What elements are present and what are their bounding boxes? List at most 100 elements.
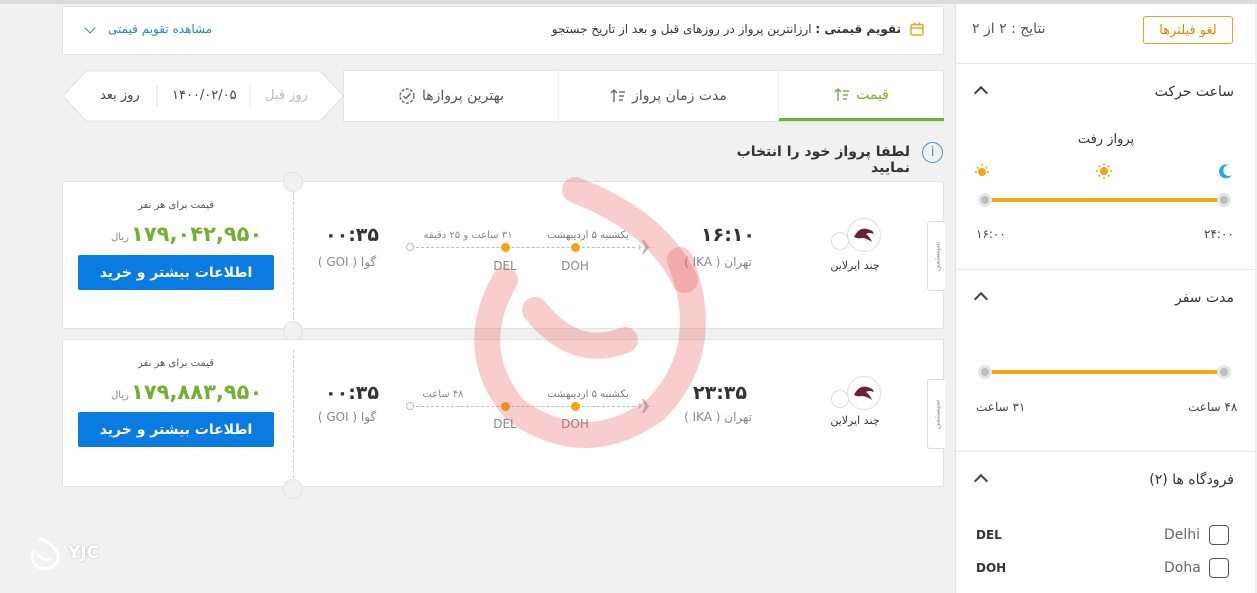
sort-icon — [834, 87, 850, 101]
ticket-notch — [283, 321, 303, 341]
airport-name: Delhi — [1164, 527, 1201, 543]
sun-noon-icon — [1096, 163, 1112, 179]
prev-day-button[interactable]: روز قبل — [265, 88, 308, 103]
departure-time-filter: ساعت حرکت پرواز رفت ۱۶:۰۰ ۲۴:۰۰ — [956, 64, 1256, 270]
arrival-point — [406, 243, 414, 251]
stop-code: DEL — [493, 259, 517, 273]
qatar-logo-icon — [854, 386, 874, 400]
departure-time-max: ۲۴:۰۰ — [1204, 227, 1234, 241]
chevron-up-icon[interactable] — [973, 473, 989, 489]
duration-min: ۳۱ ساعت — [976, 400, 1026, 414]
airports-filter: فرودگاه ها (۲) DEL Delhi DOH Doha — [956, 452, 1256, 593]
moon-icon — [1219, 164, 1232, 179]
badge-icon — [399, 88, 415, 104]
tab-price[interactable]: قیمت — [779, 71, 944, 121]
airline-name: چند ایرلاین — [830, 259, 880, 272]
tab-label: مدت زمان پرواز — [632, 88, 727, 104]
info-icon: i — [922, 142, 943, 163]
duration-min-handle[interactable] — [978, 365, 992, 379]
currency-label: ریال — [111, 390, 129, 401]
watermark-text: YJC — [68, 543, 100, 563]
stop-code: DOH — [561, 417, 589, 431]
departure-time-range — [986, 198, 1226, 202]
filters-header: لغو فیلترها نتایج : ۲ از ۲ — [956, 4, 1256, 64]
departure-time: ۱۶:۱۰ — [701, 224, 755, 246]
clear-filters-button[interactable]: لغو فیلترها — [1143, 16, 1233, 44]
stop-code: DOH — [561, 259, 589, 273]
price-value: ۱۷۹,۸۸۳,۹۵۰ — [131, 380, 263, 404]
airline-name: چند ایرلاین — [830, 414, 880, 427]
airport-code: DOH — [976, 561, 1007, 575]
stop-dot — [501, 402, 510, 411]
arrival-city: گوا ( GOI ) — [317, 410, 377, 424]
arrival-time: ۰۰:۳۵ — [325, 224, 379, 246]
price-value: ۱۷۹,۰۴۲,۹۵۰ — [131, 222, 263, 246]
tab-label: قیمت — [856, 86, 889, 103]
airports-title: فرودگاه ها (۲) — [1149, 472, 1234, 488]
flight-class-tab: سیستمی — [927, 379, 945, 449]
filters-sidebar: لغو فیلترها نتایج : ۲ از ۲ ساعت حرکت پرو… — [955, 4, 1256, 593]
duration-range — [986, 370, 1226, 374]
flight-card[interactable]: سیستمی چند ایرلاین ۱۶:۱۰ تهران ( IKA ) ی… — [62, 181, 945, 329]
buy-button[interactable]: اطلاعات بیشتر و خرید — [78, 255, 274, 290]
airline-logo — [847, 218, 881, 252]
duration-max: ۴۸ ساعت — [1188, 400, 1238, 414]
sort-icon — [610, 89, 626, 102]
airport-checkbox-del[interactable] — [1209, 525, 1229, 545]
airplane-icon — [638, 399, 657, 413]
arrival-city: گوا ( GOI ) — [317, 255, 377, 269]
next-day-button[interactable]: روز بعد — [100, 88, 140, 103]
chevron-up-icon[interactable] — [973, 85, 989, 101]
stop-code: DEL — [493, 417, 517, 431]
airport-checkbox-doh[interactable] — [1209, 558, 1229, 578]
departure-time-min: ۱۶:۰۰ — [976, 227, 1006, 241]
airline-logo-secondary — [831, 232, 849, 250]
duration-title: مدت سفر — [1174, 290, 1234, 306]
flight-duration: ۳۱ ساعت و ۲۵ دقیقه — [423, 230, 513, 241]
buy-button[interactable]: اطلاعات بیشتر و خرید — [78, 412, 274, 447]
calendar-description: ارزانترین پرواز در روزهای قبل و بعد از ت… — [551, 22, 812, 36]
tab-divider — [558, 71, 559, 121]
flight-duration: ۴۸ ساعت — [422, 389, 464, 400]
tab-label: بهترین پروازها — [422, 88, 504, 104]
departure-city: تهران ( IKA ) — [684, 410, 752, 424]
flight-date: یکشنبه ۵ اردیبهشت — [547, 389, 629, 400]
flight-card[interactable]: سیستمی چند ایرلاین ۲۳:۳۵ تهران ( IKA ) ی… — [62, 339, 945, 487]
price-caption: قیمت برای هر نفر — [138, 200, 214, 211]
calendar-icon — [910, 22, 924, 36]
departure-city: تهران ( IKA ) — [684, 255, 752, 269]
ticket-notch — [283, 479, 303, 499]
ticket-divider — [293, 350, 294, 478]
departure-time-min-handle[interactable] — [978, 193, 992, 207]
departure-time-max-handle[interactable] — [1217, 193, 1231, 207]
departure-time: ۲۳:۳۵ — [693, 382, 747, 404]
airport-code: DEL — [976, 528, 1002, 542]
arrival-time: ۰۰:۳۵ — [325, 382, 379, 404]
ticket-divider — [293, 192, 294, 320]
airplane-icon — [638, 240, 657, 254]
flight-date: یکشنبه ۵ اردیبهشت — [547, 230, 629, 241]
tab-best[interactable]: بهترین پروازها — [344, 71, 558, 121]
outbound-flight-label: پرواز رفت — [1077, 132, 1135, 147]
qatar-logo-icon — [854, 228, 874, 242]
ticket-notch — [283, 172, 303, 192]
airline-logo-secondary — [831, 390, 849, 408]
stop-dot — [571, 243, 580, 252]
view-calendar-link[interactable]: مشاهده تقویم قیمتی — [108, 22, 212, 36]
sun-morning-icon — [975, 164, 989, 176]
sort-tabs: قیمت مدت زمان پرواز بهترین پروازها — [343, 70, 944, 122]
chevron-up-icon[interactable] — [973, 291, 989, 307]
tab-duration[interactable]: مدت زمان پرواز — [559, 71, 778, 121]
yjc-logo-icon — [30, 537, 60, 571]
airport-name: Doha — [1164, 560, 1201, 576]
duration-max-handle[interactable] — [1217, 365, 1231, 379]
flight-path — [411, 406, 635, 407]
airline-logo — [847, 376, 881, 410]
duration-filter: مدت سفر ۳۱ ساعت ۴۸ ساعت — [956, 270, 1256, 452]
results-count: نتایج : ۲ از ۲ — [972, 21, 1046, 37]
instruction-text: لطفا پرواز خود را انتخاب نمایید — [736, 144, 910, 176]
price-caption: قیمت برای هر نفر — [138, 358, 214, 369]
chevron-down-icon[interactable] — [84, 22, 96, 34]
price-calendar-bar: تقویم قیمتی : ارزانترین پرواز در روزهای … — [62, 6, 944, 55]
calendar-title: تقویم قیمتی : — [815, 22, 901, 36]
